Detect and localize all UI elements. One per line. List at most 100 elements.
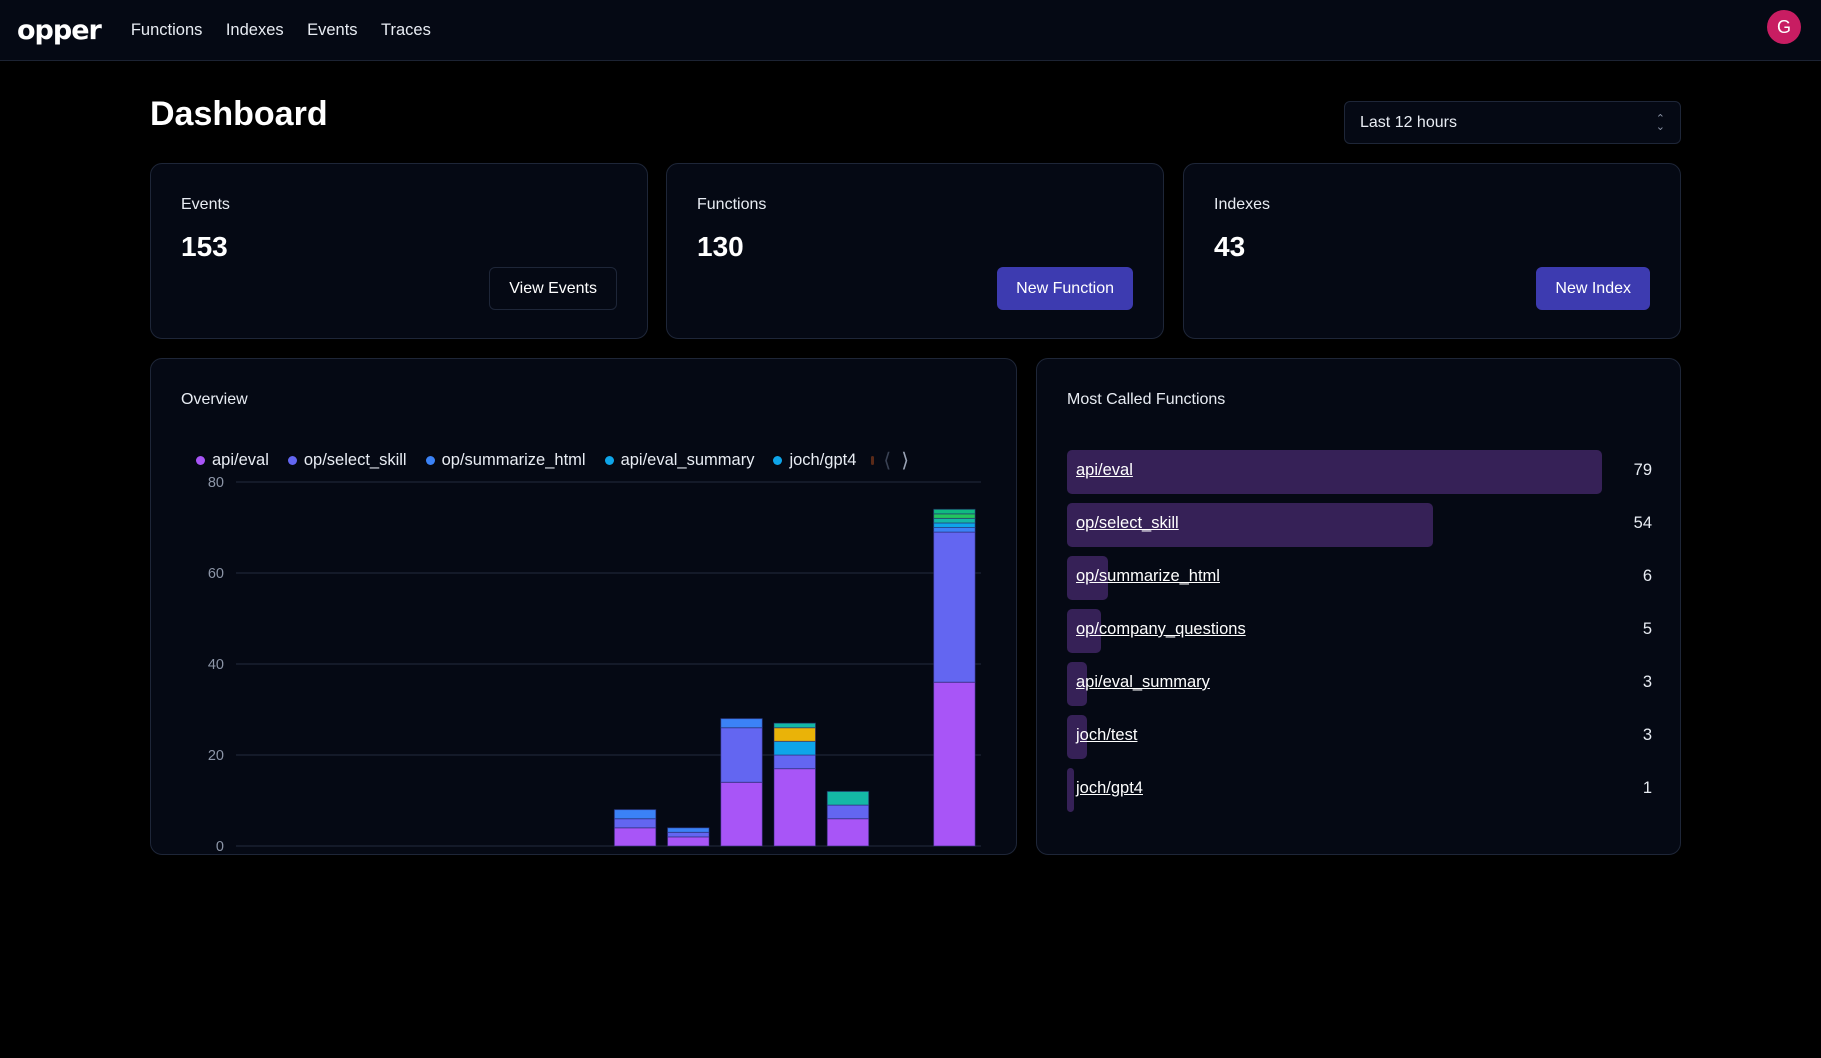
functions-stat-card: Functions 130 New Function [666, 163, 1164, 339]
legend-dot [773, 456, 783, 465]
function-list-item[interactable]: op/company_questions 5 [1067, 609, 1652, 653]
function-list-item[interactable]: api/eval_summary 3 [1067, 662, 1652, 706]
nav-traces[interactable]: Traces [381, 21, 431, 39]
bar-segment [613, 827, 657, 847]
function-call-count: 54 [1633, 514, 1652, 532]
chevron-up-down-icon: ⌃ ⌄ [1655, 112, 1665, 133]
opper-logo[interactable]: opper [17, 17, 102, 44]
chevron-left-icon[interactable]: ⟨ [883, 448, 891, 473]
function-call-count: 79 [1633, 461, 1652, 479]
stat-value: 43 [1214, 231, 1246, 262]
bar-segment [933, 517, 976, 524]
bar-segment [826, 818, 870, 847]
legend-item-op-select-skill[interactable]: op/select_skill [287, 451, 407, 470]
legend-dot [604, 456, 614, 465]
overview-title: Overview [181, 391, 248, 408]
view-events-button[interactable]: View Events [489, 267, 617, 310]
legend-label: op/summarize_html [441, 451, 586, 469]
indexes-stat-card: Indexes 43 New Index [1183, 163, 1681, 339]
legend-label: api/eval [212, 451, 269, 469]
function-count-bar [1067, 768, 1074, 812]
bar-segment [826, 790, 870, 806]
function-link[interactable]: op/select_skill [1076, 514, 1179, 533]
stat-value: 153 [181, 231, 228, 262]
bar-segment [667, 836, 710, 847]
legend-item-op-summarize-html[interactable]: op/summarize_html [425, 451, 586, 470]
overview-card: 0204060802024-03-22 00:00:002024-03-22 0… [150, 358, 1017, 855]
stat-label: Indexes [1214, 196, 1271, 213]
nav-indexes[interactable]: Indexes [226, 21, 284, 39]
legend-label: joch/gpt4 [789, 451, 857, 469]
new-index-button[interactable]: New Index [1536, 267, 1650, 310]
bar-segment [720, 727, 763, 783]
bar-segment [773, 768, 817, 847]
legend-dot [425, 456, 435, 465]
legend-overflow-marker [871, 456, 875, 465]
function-call-count: 3 [1642, 726, 1652, 744]
chevron-right-icon[interactable]: ⟩ [901, 448, 909, 473]
function-list-item[interactable]: op/select_skill 54 [1067, 503, 1652, 547]
bar-segment [667, 827, 710, 833]
bar-segment [720, 781, 763, 847]
overview-chart: 0204060802024-03-22 00:00:002024-03-22 0… [208, 475, 981, 855]
bar-segment [613, 818, 657, 829]
nav-events[interactable]: Events [307, 21, 357, 39]
user-avatar[interactable]: G [1767, 10, 1801, 44]
y-tick-label: 60 [208, 566, 224, 582]
bar-segment [773, 722, 817, 729]
most-called-title: Most Called Functions [1067, 391, 1226, 408]
bar-segment [613, 809, 657, 820]
top-nav-bar: opper Functions Indexes Events Traces G [0, 0, 1821, 61]
main-nav: Functions Indexes Events Traces [131, 21, 450, 40]
y-tick-label: 40 [208, 657, 224, 673]
legend-label: op/select_skill [303, 451, 407, 469]
events-stat-card: Events 153 View Events [150, 163, 648, 339]
bar-segment [933, 527, 976, 533]
stat-value: 130 [697, 231, 744, 262]
legend-label: api/eval_summary [620, 451, 755, 469]
legend-item-api-eval[interactable]: api/eval [196, 451, 269, 470]
time-range-select[interactable]: Last 12 hours ⌃ ⌄ [1344, 101, 1681, 144]
function-link[interactable]: op/company_questions [1076, 620, 1246, 639]
function-link[interactable]: joch/test [1076, 726, 1137, 745]
function-link[interactable]: api/eval_summary [1076, 673, 1210, 692]
y-tick-label: 20 [208, 748, 224, 764]
function-list-item[interactable]: joch/test 3 [1067, 715, 1652, 759]
bar-segment [667, 831, 710, 838]
function-call-count: 1 [1642, 779, 1652, 797]
legend-dot [196, 456, 205, 465]
bar-segment [826, 804, 870, 820]
stat-label: Functions [697, 196, 767, 213]
legend-dot [287, 456, 297, 465]
bar-segment [933, 531, 976, 683]
function-link[interactable]: op/summarize_html [1076, 567, 1220, 586]
bar-segment [773, 740, 817, 756]
nav-functions[interactable]: Functions [131, 21, 203, 39]
legend-pagination: ⟨ ⟩ [871, 448, 919, 473]
new-function-button[interactable]: New Function [997, 267, 1133, 310]
function-call-count: 3 [1642, 673, 1652, 691]
function-list-item[interactable]: joch/gpt4 1 [1067, 768, 1652, 812]
chart-legend: api/eval op/select_skill op/summarize_ht… [196, 448, 919, 473]
bar-segment [933, 681, 976, 847]
function-call-count: 6 [1642, 567, 1652, 585]
function-list-item[interactable]: op/summarize_html 6 [1067, 556, 1652, 600]
bar-segment [933, 513, 976, 519]
legend-item-joch-gpt4[interactable]: joch/gpt4 [773, 451, 856, 470]
function-link[interactable]: joch/gpt4 [1076, 779, 1143, 798]
bar-segment [773, 727, 817, 742]
time-range-value: Last 12 hours [1360, 113, 1457, 131]
bar-segment [773, 754, 817, 770]
function-count-bar [1067, 450, 1602, 494]
function-call-count: 5 [1642, 620, 1652, 638]
function-link[interactable]: api/eval [1076, 461, 1133, 480]
bar-segment [933, 522, 976, 528]
most-called-functions-card: Most Called Functions api/eval 79 op/selec… [1036, 358, 1681, 855]
bar-segment [933, 508, 976, 515]
stat-label: Events [181, 196, 230, 213]
legend-item-api-eval-summary[interactable]: api/eval_summary [604, 451, 755, 470]
bar-segment [720, 718, 763, 729]
page-title: Dashboard [150, 95, 328, 133]
y-tick-label: 80 [208, 475, 224, 491]
function-list-item[interactable]: api/eval 79 [1067, 450, 1652, 494]
